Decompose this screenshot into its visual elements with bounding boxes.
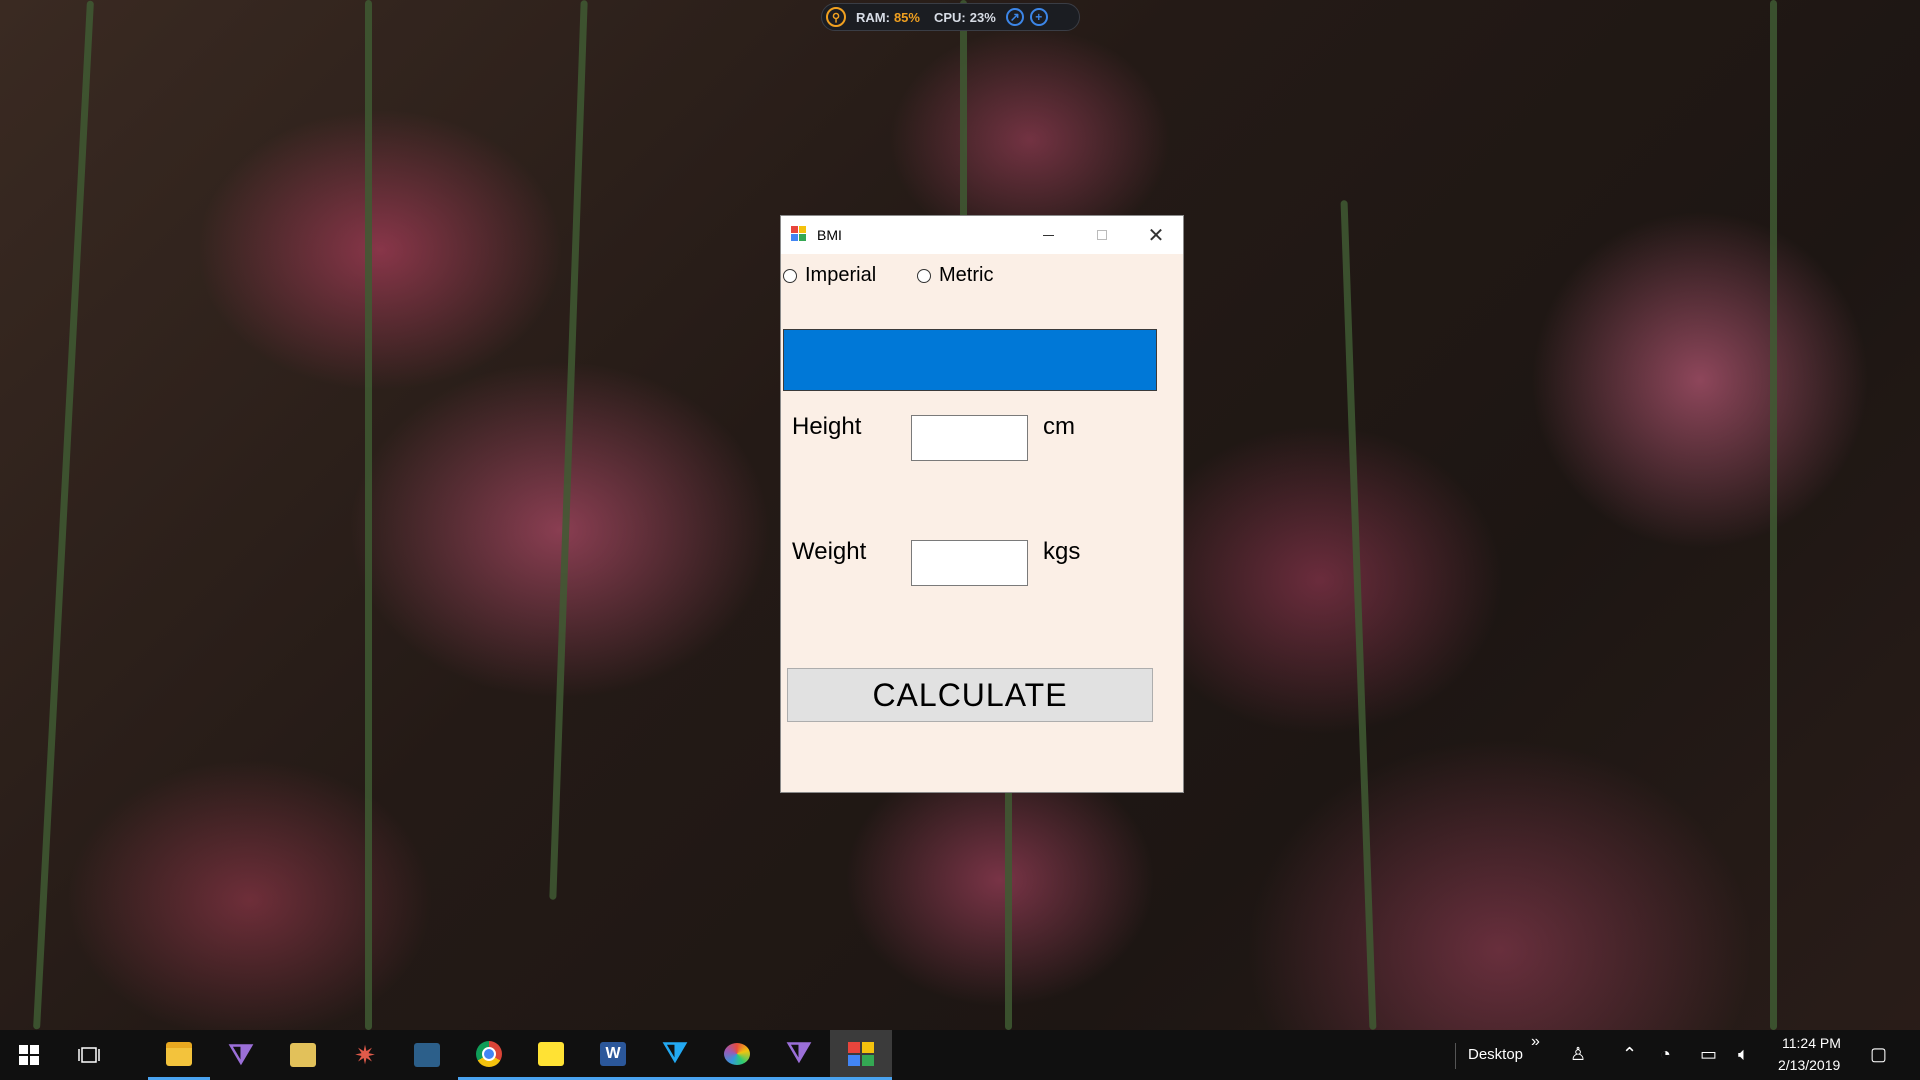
tool-icon	[290, 1043, 316, 1067]
weight-label: Weight	[792, 538, 867, 565]
radio-circle[interactable]	[783, 268, 797, 283]
result-banner	[783, 329, 1157, 391]
task-view-icon	[78, 1047, 100, 1063]
cpu-label: CPU:	[933, 9, 966, 25]
compass-icon: ✷	[354, 1039, 376, 1070]
add-icon[interactable]: +	[1029, 8, 1048, 26]
start-button[interactable]	[0, 1030, 58, 1080]
clock-date[interactable]: 2/13/2019	[1778, 1057, 1840, 1073]
maximize-icon	[1097, 230, 1107, 240]
visual-studio-icon: ⧩	[228, 1038, 254, 1070]
background-stem	[1005, 790, 1012, 1030]
people-icon[interactable]: ♙	[1570, 1045, 1586, 1063]
radio-metric-label: Metric	[939, 264, 994, 286]
background-stem	[960, 0, 967, 230]
taskbar-tool[interactable]	[272, 1030, 334, 1080]
start-icon	[19, 1045, 39, 1065]
close-icon: ✕	[1147, 224, 1165, 247]
vscode-icon: ⧩	[662, 1037, 688, 1068]
taskbar-visual-studio[interactable]: ⧩	[210, 1030, 272, 1080]
azure-data-studio-icon	[414, 1043, 440, 1067]
taskbar-paint[interactable]	[706, 1030, 768, 1080]
radio-imperial[interactable]: Imperial	[783, 264, 876, 287]
sticky-notes-icon	[538, 1041, 564, 1066]
radio-circle[interactable]	[917, 268, 931, 283]
close-button[interactable]: ✕	[1127, 216, 1185, 254]
paint-icon	[724, 1042, 750, 1065]
ram-value: 85%	[893, 9, 920, 25]
radio-imperial-label: Imperial	[805, 264, 877, 286]
word-icon: W	[600, 1041, 626, 1066]
clock-time[interactable]: 11:24 PM	[1782, 1035, 1841, 1051]
height-label: Height	[792, 413, 862, 440]
taskbar-chrome[interactable]	[458, 1030, 520, 1080]
taskbar-compass[interactable]: ✷	[334, 1030, 396, 1080]
file-explorer-icon	[166, 1041, 192, 1066]
boost-icon[interactable]: ↗	[1005, 8, 1024, 26]
wifi-icon[interactable]: ◔	[1660, 1045, 1671, 1063]
weight-input[interactable]	[911, 540, 1028, 586]
desktop-toolbar[interactable]: Desktop	[1468, 1046, 1523, 1063]
taskbar: ⧩ ✷ W ⧩ ⧩ Desktop » ♙ ⌃ ◔ ▭ 🔈︎ 11:24 PM …	[0, 1030, 1920, 1080]
bmi-app-icon	[848, 1041, 874, 1066]
volume-icon[interactable]: 🔈︎	[1738, 1045, 1749, 1063]
taskbar-word[interactable]: W	[582, 1030, 644, 1080]
show-hidden-icons-chevron[interactable]: ⌃	[1622, 1045, 1637, 1063]
taskbar-visual-studio-2[interactable]: ⧩	[768, 1030, 830, 1080]
minimize-icon	[1042, 234, 1054, 236]
desktop-toolbar-separator	[1455, 1043, 1456, 1069]
maximize-button[interactable]	[1073, 216, 1131, 254]
background-stem	[1770, 0, 1777, 1030]
height-unit: cm	[1043, 413, 1075, 440]
task-view-button[interactable]	[58, 1030, 120, 1080]
battery-icon[interactable]: ▭	[1700, 1045, 1717, 1063]
weight-unit: kgs	[1043, 538, 1081, 565]
background-stem	[549, 0, 588, 900]
cpu-value: 23%	[969, 9, 996, 25]
system-monitor-widget[interactable]: ⚲ RAM: 85% CPU: 23% ↗ +	[821, 3, 1080, 31]
toolbar-more-chevron[interactable]: »	[1531, 1033, 1540, 1051]
taskbar-vscode[interactable]: ⧩	[644, 1030, 706, 1080]
taskbar-azure-data-studio[interactable]	[396, 1030, 458, 1080]
notifications-icon[interactable]: ▢	[1870, 1045, 1887, 1063]
taskbar-file-explorer[interactable]	[148, 1030, 210, 1080]
radio-metric[interactable]: Metric	[917, 264, 993, 287]
visual-studio-icon: ⧩	[786, 1037, 812, 1068]
bmi-app-icon	[791, 226, 807, 242]
title-bar[interactable]: BMI ✕	[781, 216, 1183, 254]
background-stem	[1340, 200, 1377, 1030]
background-stem	[33, 0, 94, 1030]
background-stem	[365, 0, 372, 1030]
bmi-window: BMI ✕ Imperial Metric Height cm Weight k…	[780, 215, 1184, 793]
minimize-button[interactable]	[1019, 216, 1077, 254]
taskbar-sticky-notes[interactable]	[520, 1030, 582, 1080]
chrome-icon	[476, 1040, 502, 1067]
ram-label: RAM:	[856, 9, 890, 25]
taskbar-bmi-app[interactable]	[830, 1030, 892, 1080]
monitor-app-icon: ⚲	[826, 7, 846, 27]
window-title: BMI	[817, 227, 842, 243]
calculate-button[interactable]: CALCULATE	[787, 668, 1153, 722]
height-input[interactable]	[911, 415, 1028, 461]
